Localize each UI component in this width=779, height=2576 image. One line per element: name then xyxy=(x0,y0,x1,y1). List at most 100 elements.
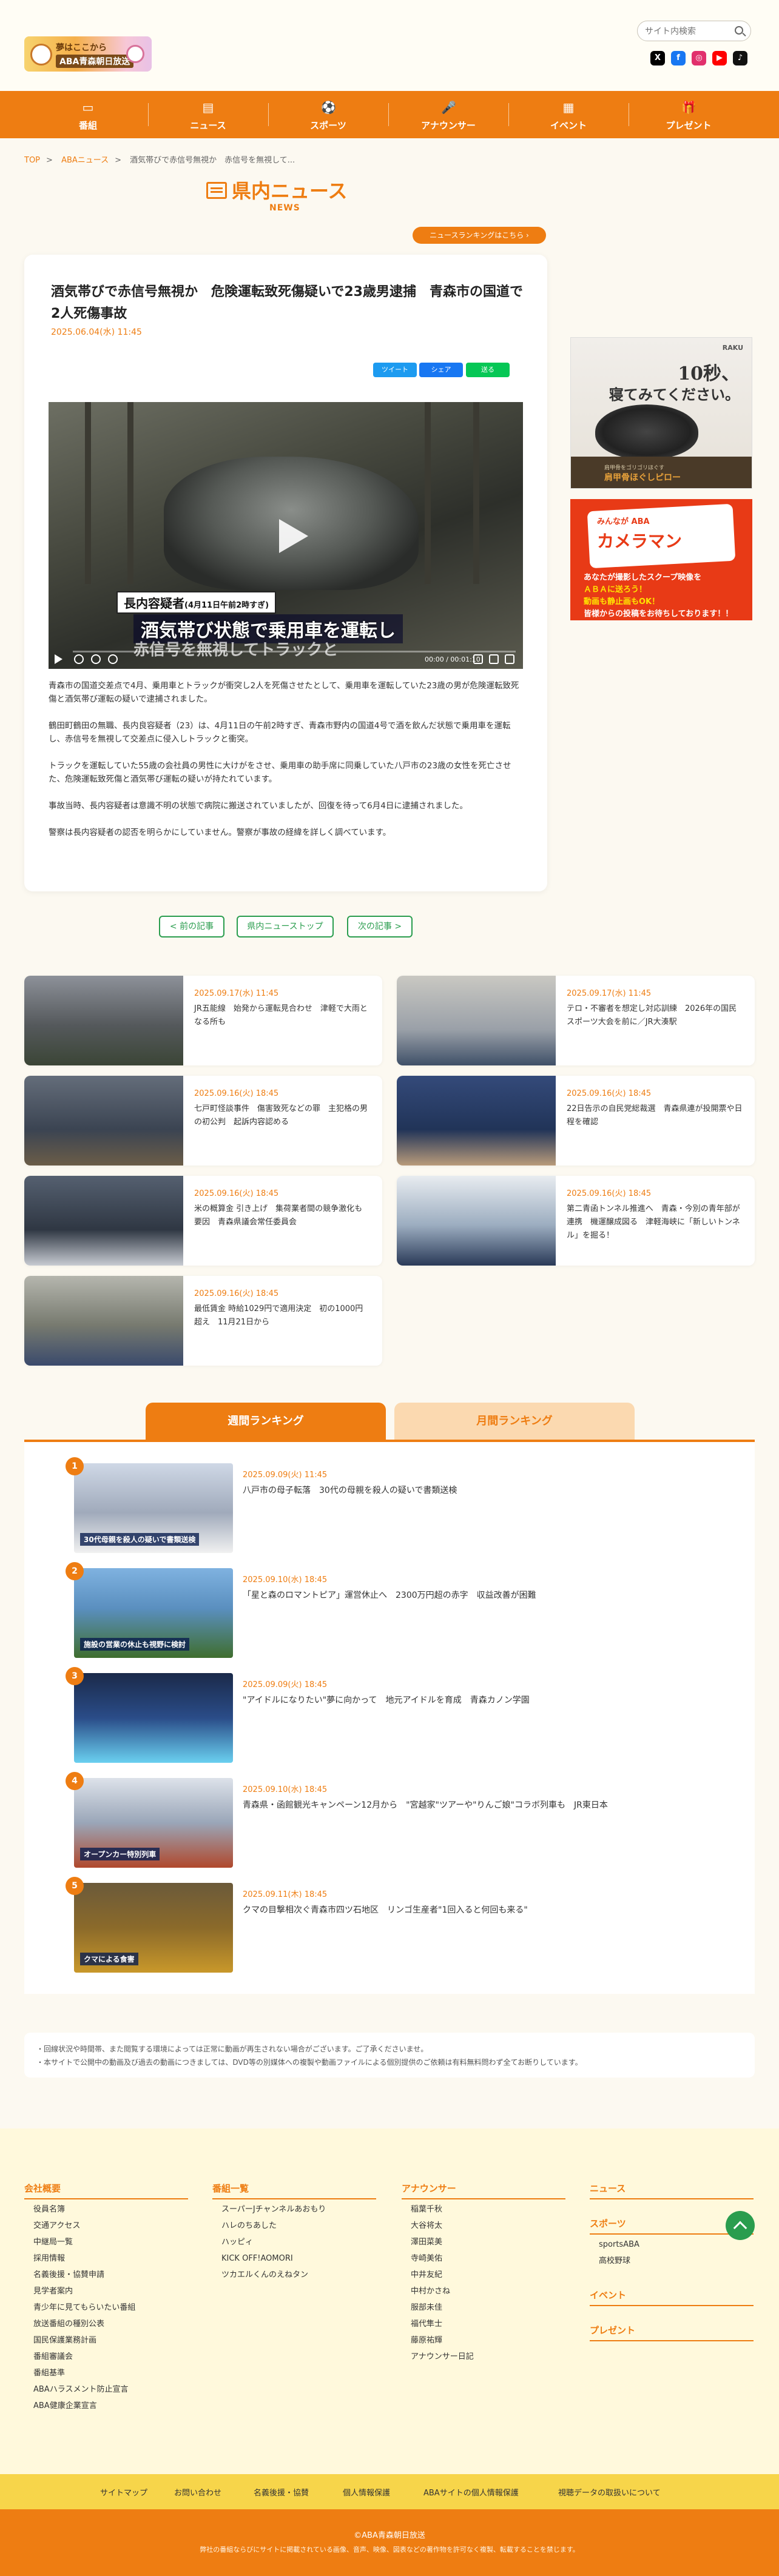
volume-icon[interactable] xyxy=(74,654,84,664)
viewer-cameraman-banner[interactable]: みんなが ABA カメラマン あなたが撮影したスクープ映像を ＡＢＡに送ろう！ … xyxy=(570,499,752,620)
news-card[interactable]: 2025.09.17(水) 11:45 テロ・不審者を想定し対応訓練 2026年の… xyxy=(397,976,755,1065)
share-button-2[interactable]: 送る xyxy=(466,363,510,377)
footer-link[interactable]: 中井友紀 xyxy=(411,2267,474,2283)
footer-link[interactable]: 国民保護業務計画 xyxy=(33,2332,135,2349)
news-card[interactable]: 2025.09.16(火) 18:45 22日告示の自民党総裁選 青森県連が投開票… xyxy=(397,1076,755,1166)
ranking-item[interactable]: 30代母親を殺人の疑いで書類送検 1 2025.09.09(火) 11:45 八戸市の… xyxy=(49,1457,716,1560)
footer-link[interactable]: 番組基準 xyxy=(33,2365,135,2381)
footer-announcer-links: 稲葉千秋 大谷将太 澤田菜美 寺崎美佑 中井友紀 中村かさね 服部未佳 福代隼士 藤原祐輝 アナウ… xyxy=(411,2201,474,2365)
video-scene-tree xyxy=(425,402,431,584)
footer-heading-presents[interactable]: プレゼント xyxy=(590,2324,754,2341)
footer-link[interactable]: ハッピィ xyxy=(221,2234,326,2250)
prev-article-button[interactable]: < 前の記事 xyxy=(159,916,224,937)
footer-link[interactable]: 澤田菜美 xyxy=(411,2234,474,2250)
tab-weekly-ranking[interactable]: 週間ランキング xyxy=(146,1403,386,1440)
rank-badge: 3 xyxy=(66,1667,84,1685)
instagram-icon[interactable]: ◎ xyxy=(692,51,706,65)
footer-heading-company[interactable]: 会社概要 xyxy=(24,2182,188,2199)
news-card[interactable]: 2025.09.16(火) 18:45 最低賃金 時給1029円で適用決定 初の1… xyxy=(24,1276,382,1366)
footer-heading-news[interactable]: ニュース xyxy=(590,2182,754,2199)
chevron-right-icon: › xyxy=(526,231,529,240)
captions-icon[interactable] xyxy=(473,654,483,664)
breadcrumb-news[interactable]: ABAニュース xyxy=(61,156,109,165)
footer-bar-link[interactable]: 個人情報保護 xyxy=(343,2486,390,2498)
site-logo[interactable]: 夢はここから ABA青森朝日放送 xyxy=(24,36,152,72)
footer-link[interactable]: ABA健康企業宣言 xyxy=(33,2398,135,2414)
footer-link[interactable]: 服部未佳 xyxy=(411,2299,474,2316)
footer-link[interactable]: 福代隼士 xyxy=(411,2316,474,2332)
news-card[interactable]: 2025.09.16(火) 18:45 第二青函トンネル推進へ 青森・今別の青年部… xyxy=(397,1176,755,1266)
play-button[interactable] xyxy=(55,654,63,664)
footer-link[interactable]: 交通アクセス xyxy=(33,2218,135,2234)
footer-bar-link[interactable]: お問い合わせ xyxy=(174,2486,221,2498)
footer-link[interactable]: 寺崎美佑 xyxy=(411,2250,474,2267)
footer-link[interactable]: 番組審議会 xyxy=(33,2349,135,2365)
footer-link[interactable]: 大谷将太 xyxy=(411,2218,474,2234)
footer-link[interactable]: 見学者案内 xyxy=(33,2283,135,2299)
footer-link[interactable]: ハレのちあした xyxy=(221,2218,326,2234)
tab-monthly-ranking[interactable]: 月間ランキング xyxy=(394,1403,635,1440)
footer-link[interactable]: スーパーJチャンネルあおもり xyxy=(221,2201,326,2218)
footer-link[interactable]: KICK OFF!AOMORI xyxy=(221,2250,326,2267)
play-icon[interactable] xyxy=(268,514,311,557)
video-player[interactable]: 長内容疑者(4月11日午前2時すぎ) 酒気帯び状態で乗用車を運転し 赤信号を無視… xyxy=(49,402,523,669)
footer-link[interactable]: 稲葉千秋 xyxy=(411,2201,474,2218)
breadcrumb-top[interactable]: TOP xyxy=(24,156,40,165)
nav-item-microphone[interactable]: 🎤 アナウンサー xyxy=(403,91,494,138)
footer-bar-link[interactable]: ABAサイトの個人情報保護 xyxy=(423,2486,519,2498)
nav-divider xyxy=(508,103,509,126)
nav-item-soccer-ball[interactable]: ⚽ スポーツ xyxy=(283,91,374,138)
footer-link[interactable]: 高校野球 xyxy=(599,2253,639,2269)
footer-link[interactable]: 放送番組の種別公表 xyxy=(33,2316,135,2332)
footer-link[interactable]: 青少年に見てもらいたい番組 xyxy=(33,2299,135,2316)
banner-line: 皆様からの投稿をお待ちしております！！ xyxy=(584,609,733,619)
footer-link[interactable]: 藤原祐輝 xyxy=(411,2332,474,2349)
footer-heading-programs[interactable]: 番組一覧 xyxy=(212,2182,376,2199)
ranking-item[interactable]: オープンカー特別列車 4 2025.09.10(水) 18:45 青森県・函館観光キャ… xyxy=(49,1772,716,1875)
rewind-icon[interactable] xyxy=(91,654,101,664)
next-article-button[interactable]: 次の記事 > xyxy=(347,916,413,937)
nav-item-gift[interactable]: 🎁 プレゼント xyxy=(643,91,734,138)
news-top-button[interactable]: 県内ニューストップ xyxy=(237,916,334,937)
ranking-item[interactable]: 施設の営業の休止も視野に検討 2 2025.09.10(水) 18:45 「星と森のロ… xyxy=(49,1562,716,1665)
footer-bar-link[interactable]: サイトマップ xyxy=(100,2486,147,2498)
footer-link[interactable]: 中継局一覧 xyxy=(33,2234,135,2250)
footer-heading-events[interactable]: イベント xyxy=(590,2289,754,2306)
fullscreen-icon[interactable] xyxy=(505,654,514,664)
footer-link[interactable]: 中村かさね xyxy=(411,2283,474,2299)
facebook-icon[interactable]: f xyxy=(671,51,686,65)
video-seek-bar[interactable] xyxy=(73,651,516,652)
footer-bar-link[interactable]: 視聴データの取扱いについて xyxy=(558,2486,661,2498)
search-input[interactable] xyxy=(645,25,730,38)
footer-link[interactable]: ツカエルくんのえねタン xyxy=(221,2267,326,2283)
tiktok-icon[interactable]: ♪ xyxy=(733,51,747,65)
footer-heading-announcers[interactable]: アナウンサー xyxy=(402,2182,565,2199)
news-card[interactable]: 2025.09.16(火) 18:45 米の概算金 引き上げ 集荷業者間の競争激化… xyxy=(24,1176,382,1266)
search-icon[interactable] xyxy=(735,26,743,35)
ranking-date: 2025.09.10(水) 18:45 xyxy=(243,1575,328,1585)
ranking-item[interactable]: 3 2025.09.09(火) 18:45 "アイドルになりたい"夢に向かって 地元… xyxy=(49,1667,716,1770)
nav-item-news[interactable]: ▤ ニュース xyxy=(163,91,254,138)
search-box xyxy=(637,21,751,41)
footer-bar-link[interactable]: 名義後援・協賛 xyxy=(254,2486,309,2498)
nav-item-tv[interactable]: ▭ 番組 xyxy=(42,91,133,138)
pillow-advertisement[interactable]: RAKU 10秒、 寝てみてください。 肩甲骨をゴリゴリほぐす 肩甲骨ほぐしピロ… xyxy=(570,337,752,489)
back-to-top-button[interactable] xyxy=(726,2211,755,2240)
footer-link[interactable]: アナウンサー日記 xyxy=(411,2349,474,2365)
share-button-1[interactable]: シェア xyxy=(419,363,463,377)
footer-link[interactable]: 採用情報 xyxy=(33,2250,135,2267)
share-button-0[interactable]: ツイート xyxy=(373,363,417,377)
ranking-item[interactable]: クマによる食害 5 2025.09.11(木) 18:45 クマの目撃相次ぐ青森市四ツ… xyxy=(49,1877,716,1980)
x-icon[interactable]: X xyxy=(650,51,665,65)
news-card[interactable]: 2025.09.17(水) 11:45 JR五能線 始発から運転見合わせ 津軽で大… xyxy=(24,976,382,1065)
footer-link[interactable]: ABAハラスメント防止宣言 xyxy=(33,2381,135,2398)
footer-link[interactable]: 役員名簿 xyxy=(33,2201,135,2218)
footer-link[interactable]: 名義後援・協賛申請 xyxy=(33,2267,135,2283)
youtube-icon[interactable]: ▶ xyxy=(712,51,727,65)
forward-icon[interactable] xyxy=(108,654,118,664)
news-card[interactable]: 2025.09.16(火) 18:45 七戸町怪談事件 傷害致死などの罪 主犯格の… xyxy=(24,1076,382,1166)
settings-icon[interactable] xyxy=(489,654,499,664)
news-ranking-link[interactable]: ニュースランキングはこちら › xyxy=(413,227,546,244)
footer-link[interactable]: sportsABA xyxy=(599,2236,639,2253)
nav-item-calendar[interactable]: ▦ イベント xyxy=(523,91,614,138)
